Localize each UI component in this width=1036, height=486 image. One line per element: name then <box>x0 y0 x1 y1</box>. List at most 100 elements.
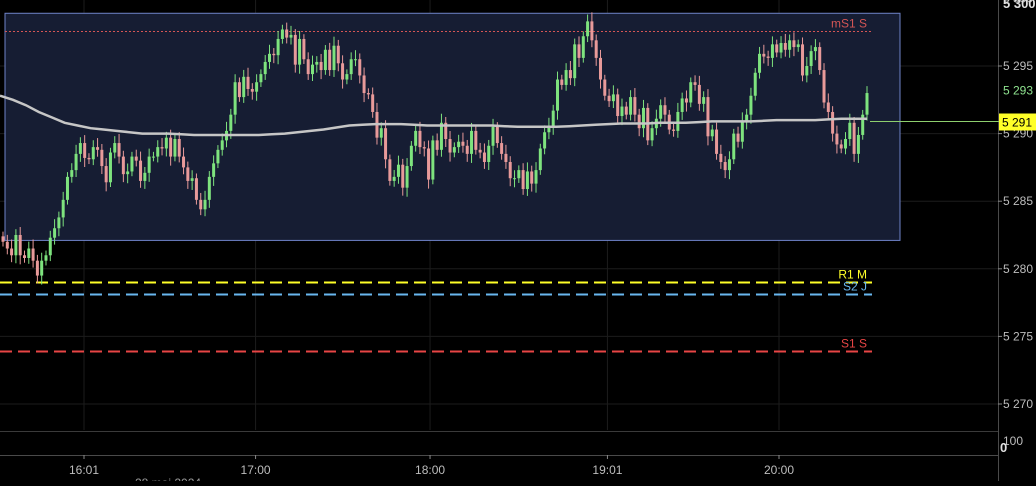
candle-body <box>310 64 314 75</box>
candle-body <box>40 260 44 276</box>
candle-body <box>517 170 521 179</box>
candle-body <box>237 82 241 98</box>
candle-body <box>268 53 272 62</box>
price-axis[interactable]: 5 3005 2955 2905 2855 2805 2755 2701000 <box>998 0 1033 455</box>
candle-body <box>788 40 792 50</box>
candle-body <box>538 148 542 171</box>
candle-body <box>491 126 495 146</box>
candle-body <box>61 199 65 218</box>
time-tick-label: 16:01 <box>69 463 99 477</box>
candle[interactable] <box>431 135 435 185</box>
candle-body <box>736 133 740 142</box>
candle[interactable] <box>40 252 44 285</box>
candle[interactable] <box>22 250 26 263</box>
candle-body <box>508 161 512 179</box>
chart-canvas[interactable]: mS1 SR1 MS2 JS1 S 5 3005 2955 2905 2855 … <box>0 0 1036 486</box>
candle-body <box>10 248 14 256</box>
candle-body <box>852 122 856 154</box>
candle[interactable] <box>31 239 35 268</box>
candle[interactable] <box>1 231 5 247</box>
candle-body <box>212 163 216 177</box>
candle-body <box>70 170 74 177</box>
candle-body <box>427 148 431 180</box>
candle-body <box>616 94 620 117</box>
candle-body <box>470 130 474 154</box>
candle-body <box>577 44 581 58</box>
candle-body <box>263 61 267 75</box>
current-price-label: 5 291 <box>1002 116 1032 130</box>
candle-body <box>143 172 147 181</box>
candle-body <box>792 40 796 48</box>
candle-body <box>156 147 160 157</box>
candle-body <box>117 143 121 157</box>
candle-body <box>839 144 843 149</box>
candle-body <box>534 170 538 184</box>
volume-zero-label: 0 <box>1000 440 1007 455</box>
candle-body <box>328 49 332 71</box>
trading-chart[interactable]: mS1 SR1 MS2 JS1 S 5 3005 2955 2905 2855 … <box>0 0 1036 486</box>
candle-body <box>560 79 564 85</box>
candle-body <box>358 59 362 76</box>
candle-body <box>586 21 590 37</box>
candle-body <box>457 141 461 148</box>
candle-body <box>818 47 822 71</box>
candle-body <box>504 153 508 162</box>
candle-body <box>796 44 800 48</box>
candle-body <box>126 171 130 175</box>
candle-body <box>147 156 151 173</box>
candle-body <box>345 74 349 80</box>
candle-body <box>229 114 233 131</box>
candle-body <box>848 122 852 140</box>
candle-body <box>216 149 220 164</box>
candle-body <box>865 93 869 115</box>
candle-body <box>826 102 830 112</box>
candle[interactable] <box>65 172 69 205</box>
candle-body <box>611 94 615 102</box>
candle-body <box>581 36 585 58</box>
candle-body <box>207 176 211 200</box>
candle-body <box>203 199 207 210</box>
candle[interactable] <box>35 254 39 284</box>
candle-body <box>108 152 112 183</box>
candle-body <box>831 111 835 134</box>
candle[interactable] <box>27 241 31 264</box>
candle[interactable] <box>10 239 14 263</box>
candle-body <box>199 199 203 210</box>
candle-body <box>139 160 143 181</box>
candle-body <box>624 106 628 115</box>
range-box[interactable] <box>4 12 901 241</box>
candle-body <box>478 149 482 153</box>
candle-body <box>431 140 435 180</box>
candle-body <box>259 74 263 83</box>
candle-body <box>573 44 577 79</box>
candle-body <box>65 176 69 200</box>
price-tick-label: 5 270 <box>1003 397 1033 411</box>
candle[interactable] <box>108 147 112 188</box>
candle-body <box>280 29 284 39</box>
candle-body <box>689 82 693 103</box>
candle-body <box>160 147 164 149</box>
candle[interactable] <box>818 42 822 75</box>
time-axis[interactable]: 16:01 17:00 18:00 19:01 20:00 28 mai 2024 <box>69 455 794 486</box>
candle-body <box>78 143 82 154</box>
candle-body <box>779 43 783 53</box>
candle-body <box>835 133 839 145</box>
candle-body <box>272 53 276 56</box>
candle-body <box>710 129 714 137</box>
candle-body <box>697 84 701 104</box>
candle-body <box>620 106 624 117</box>
candle-body <box>482 152 486 162</box>
candle-body <box>525 171 529 190</box>
candle[interactable] <box>732 128 736 165</box>
candle[interactable] <box>753 68 757 101</box>
candle-body <box>715 129 719 154</box>
candle-body <box>530 171 534 184</box>
candle-body <box>388 159 392 181</box>
candle-body <box>242 76 246 98</box>
time-tick-label: 18:00 <box>415 463 445 477</box>
candle-body <box>100 149 104 167</box>
candle[interactable] <box>44 250 48 266</box>
upper-price-marker: 5 293 <box>999 82 1036 99</box>
candle-body <box>500 143 504 154</box>
level-label-s2-j: S2 J <box>843 280 867 294</box>
